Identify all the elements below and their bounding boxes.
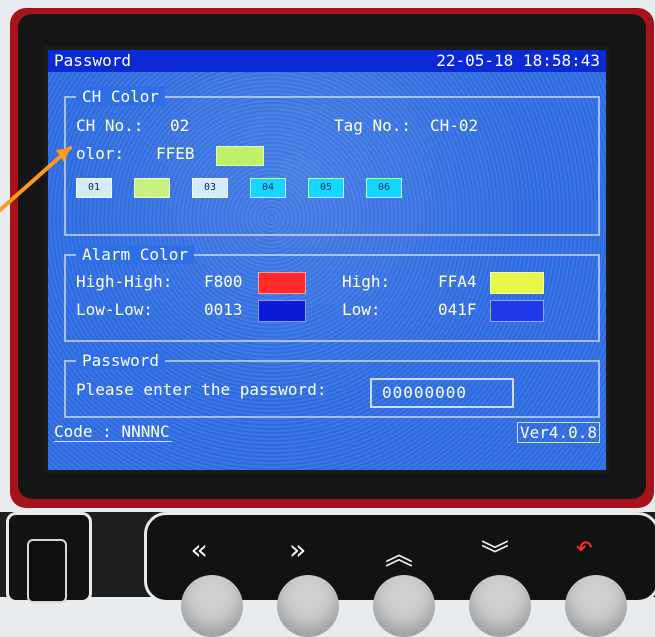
button-down[interactable] (469, 575, 531, 637)
double-chevron-left-icon: « (191, 533, 208, 566)
annotation-arrow (0, 146, 72, 212)
double-chevron-down-icon: ︾ (481, 538, 510, 571)
button-left[interactable] (181, 575, 243, 637)
double-chevron-right-icon: » (289, 533, 306, 566)
device-bottom: « » ︽ ︾ ↶ (0, 512, 655, 637)
return-icon: ↶ (575, 529, 594, 564)
side-tab (6, 512, 92, 603)
double-chevron-up-icon: ︽ (385, 538, 414, 571)
button-up[interactable] (373, 575, 435, 637)
button-return[interactable] (565, 575, 627, 637)
button-panel: « » ︽ ︾ ↶ (144, 512, 655, 637)
side-slot (27, 539, 67, 603)
button-right[interactable] (277, 575, 339, 637)
